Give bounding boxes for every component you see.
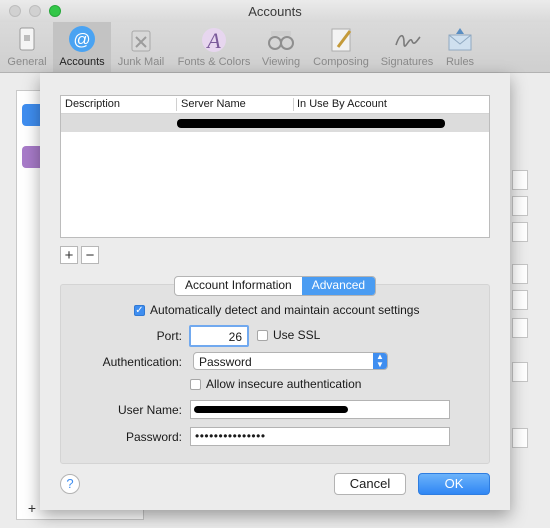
toolbar-composing[interactable]: Composing (308, 22, 374, 72)
port-field[interactable]: 26 (189, 325, 249, 347)
use-ssl-checkbox[interactable] (257, 330, 268, 341)
toolbar-fonts-colors[interactable]: A Fonts & Colors (172, 22, 256, 72)
username-label: User Name: (117, 403, 182, 417)
column-divider (176, 98, 177, 111)
title-bar: Accounts (0, 0, 550, 22)
smtp-server-sheet: Description Server Name In Use By Accoun… (40, 73, 510, 510)
junk-mail-icon (126, 25, 156, 55)
rules-icon (445, 25, 475, 55)
column-divider (293, 98, 294, 111)
add-server-button[interactable]: + (60, 246, 78, 264)
help-button[interactable]: ? (60, 474, 80, 494)
column-server-name[interactable]: Server Name (181, 98, 246, 110)
column-description[interactable]: Description (65, 98, 120, 110)
bg-field (512, 362, 528, 382)
svg-text:A: A (205, 28, 221, 53)
redacted-username (194, 406, 348, 413)
server-table-header: Description Server Name In Use By Accoun… (61, 96, 489, 114)
svg-text:@: @ (73, 30, 90, 49)
tab-account-information[interactable]: Account Information (175, 277, 302, 295)
bg-field (512, 428, 528, 448)
accounts-icon: @ (67, 25, 97, 55)
bg-field (512, 196, 528, 216)
redacted-server-name (177, 119, 445, 128)
auto-detect-label: Automatically detect and maintain accoun… (150, 303, 420, 317)
bg-add-account-button[interactable]: + (22, 500, 42, 516)
toolbar-signatures[interactable]: Signatures (377, 22, 437, 72)
remove-server-button[interactable]: − (81, 246, 99, 264)
signatures-icon (392, 25, 422, 55)
bg-field (512, 264, 528, 284)
server-table: Description Server Name In Use By Accoun… (60, 95, 490, 238)
ok-button[interactable]: OK (418, 473, 490, 495)
general-icon (12, 25, 42, 55)
toolbar-general[interactable]: General (4, 22, 50, 72)
port-label: Port: (156, 329, 182, 343)
bg-field (512, 290, 528, 310)
settings-tabs: Account Information Advanced (174, 276, 377, 296)
toolbar-accounts[interactable]: @ Accounts (53, 22, 111, 72)
preferences-toolbar: General @ Accounts Junk Mail A Fonts & C… (0, 22, 550, 73)
toolbar-viewing[interactable]: Viewing (258, 22, 304, 72)
authentication-label: Authentication: (102, 355, 182, 369)
tab-advanced[interactable]: Advanced (301, 277, 376, 295)
bg-field (512, 170, 528, 190)
toolbar-rules[interactable]: Rules (440, 22, 480, 72)
viewing-icon (266, 25, 296, 55)
username-field[interactable] (190, 400, 450, 419)
cancel-button[interactable]: Cancel (334, 473, 406, 495)
password-field[interactable]: ••••••••••••••• (190, 427, 450, 446)
fonts-colors-icon: A (199, 25, 229, 55)
chevron-up-down-icon: ▲ ▼ (373, 353, 387, 369)
use-ssl-label: Use SSL (273, 328, 321, 342)
table-row[interactable] (61, 114, 489, 132)
bg-field (512, 318, 528, 338)
toolbar-junk-mail[interactable]: Junk Mail (114, 22, 168, 72)
bg-field (512, 222, 528, 242)
allow-insecure-label: Allow insecure authentication (206, 377, 362, 391)
window-title: Accounts (248, 4, 302, 19)
composing-icon (326, 25, 356, 55)
allow-insecure-checkbox[interactable] (190, 379, 201, 390)
password-label: Password: (125, 430, 182, 444)
authentication-select[interactable]: Password ▲ ▼ (193, 352, 388, 370)
column-in-use-by-account[interactable]: In Use By Account (297, 98, 387, 110)
auto-detect-checkbox[interactable]: ✓ (134, 305, 145, 316)
